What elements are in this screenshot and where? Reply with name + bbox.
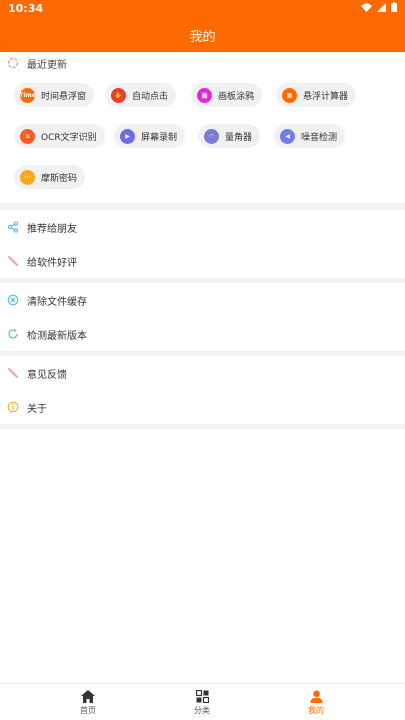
recent-tool-chip[interactable]: ▦ 悬浮计算器 bbox=[276, 83, 357, 107]
menu-clear-cache[interactable]: 清除文件缓存 bbox=[0, 283, 405, 317]
recent-tool-chip[interactable]: ✋ 自动点击 bbox=[105, 83, 177, 107]
menu-label: 检测最新版本 bbox=[27, 330, 87, 342]
battery-icon bbox=[391, 2, 397, 12]
menu-rate-app[interactable]: 给软件好评 bbox=[0, 244, 405, 278]
menu-label: 清除文件缓存 bbox=[27, 296, 87, 308]
share-icon bbox=[7, 221, 19, 233]
recent-tool-label: OCR文字识别 bbox=[41, 132, 97, 143]
calculator-icon: ▦ bbox=[282, 87, 297, 103]
recent-tool-label: 画板涂鸦 bbox=[218, 91, 255, 102]
recent-updates-header: 最近更新 bbox=[7, 56, 67, 71]
menu-label: 关于 bbox=[27, 403, 47, 415]
pencil-icon bbox=[8, 256, 18, 266]
page-title: 我的 bbox=[189, 30, 216, 45]
recent-tool-label: 自动点击 bbox=[132, 91, 169, 102]
feedback-pencil-icon bbox=[8, 368, 18, 378]
recent-tool-label: 时间悬浮窗 bbox=[41, 91, 87, 102]
recent-tool-label: 屏幕录制 bbox=[141, 132, 178, 143]
tab-home[interactable]: 首页 bbox=[58, 684, 118, 720]
recent-tool-chip[interactable]: ··· 摩斯密码 bbox=[14, 165, 86, 189]
protractor-icon: ◠ bbox=[204, 128, 219, 144]
signal-icon bbox=[377, 2, 386, 12]
menu-label: 意见反馈 bbox=[27, 369, 67, 381]
info-icon bbox=[7, 401, 19, 413]
refresh-icon bbox=[8, 329, 18, 339]
status-icons bbox=[361, 2, 397, 12]
menu-recommend-friends[interactable]: 推荐给朋友 bbox=[0, 210, 405, 244]
recent-tool-chip[interactable]: 画画板涂鸦 bbox=[191, 83, 263, 107]
ocr-icon: ≡ bbox=[20, 128, 35, 144]
recent-tool-chip[interactable]: Time 时间悬浮窗 bbox=[14, 83, 95, 107]
status-time: 10:34 bbox=[8, 2, 44, 15]
morse-code-icon: ··· bbox=[20, 169, 35, 185]
recent-tool-chip[interactable]: ◀ 噪音检测 bbox=[274, 124, 346, 148]
home-icon bbox=[81, 689, 95, 703]
status-bar: 10:34 bbox=[0, 0, 405, 18]
auto-click-icon: ✋ bbox=[111, 87, 126, 103]
menu-feedback[interactable]: 意见反馈 bbox=[0, 356, 405, 390]
time-float-icon: Time bbox=[19, 87, 36, 103]
recent-updates-icon bbox=[7, 57, 19, 69]
menu-check-update[interactable]: 检测最新版本 bbox=[0, 317, 405, 351]
category-icon bbox=[195, 689, 209, 703]
tab-mine[interactable]: 我的 bbox=[286, 684, 346, 720]
recent-tool-chip[interactable]: ≡ OCR文字识别 bbox=[14, 124, 105, 148]
recent-tool-label: 摩斯密码 bbox=[41, 173, 78, 184]
top-header: 10:34 我的 bbox=[0, 0, 405, 52]
menu-label: 给软件好评 bbox=[27, 257, 77, 269]
wifi-icon bbox=[361, 3, 372, 12]
user-icon bbox=[310, 690, 322, 703]
clear-cache-icon bbox=[7, 294, 19, 306]
recent-tool-chip[interactable]: ▶ 屏幕录制 bbox=[114, 124, 186, 148]
recent-tool-label: 悬浮计算器 bbox=[303, 91, 349, 102]
recent-updates-label: 最近更新 bbox=[27, 59, 67, 71]
tab-category[interactable]: 分类 bbox=[172, 684, 232, 720]
tab-label: 分类 bbox=[194, 705, 210, 715]
section-divider bbox=[0, 424, 405, 429]
screen-record-icon: ▶ bbox=[120, 128, 135, 144]
bottom-tab-bar: 首页 分类 我的 bbox=[0, 683, 405, 720]
menu-about[interactable]: 关于 bbox=[0, 390, 405, 424]
recent-tool-label: 噪音检测 bbox=[301, 132, 338, 143]
recent-tool-label: 量角器 bbox=[225, 132, 253, 143]
tab-label: 我的 bbox=[308, 705, 324, 715]
drawing-board-icon: 画 bbox=[197, 87, 212, 103]
tab-label: 首页 bbox=[80, 705, 96, 715]
menu-label: 推荐给朋友 bbox=[27, 223, 77, 235]
recent-tool-chip[interactable]: ◠ 量角器 bbox=[198, 124, 261, 148]
section-divider bbox=[0, 203, 405, 210]
noise-detect-icon: ◀ bbox=[280, 128, 295, 144]
